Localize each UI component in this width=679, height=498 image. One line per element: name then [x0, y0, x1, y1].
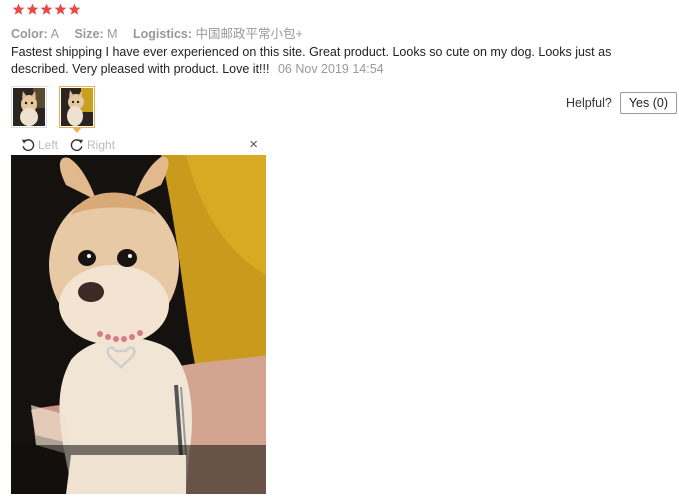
star-icon [68, 3, 81, 15]
rotate-left-label: Left [38, 138, 59, 152]
review-thumbnails [11, 86, 95, 133]
star-icon [12, 3, 25, 15]
logistics-label: Logistics: [133, 27, 193, 41]
size-value: M [107, 27, 118, 41]
photo-thumbnail[interactable] [11, 86, 47, 128]
star-icon [40, 3, 53, 15]
rotate-right-button[interactable]: Right [70, 138, 115, 152]
helpful-yes-button[interactable]: Yes (0) [619, 92, 677, 114]
color-label: Color: [11, 27, 48, 41]
enlarged-review-photo [11, 155, 266, 494]
review-date: 06 Nov 2019 14:54 [277, 62, 384, 76]
color-value: A [50, 27, 59, 41]
rotate-left-button[interactable]: Left [21, 138, 58, 152]
star-icon [26, 3, 39, 15]
star-rating [12, 3, 81, 16]
photo-thumbnail-selected[interactable] [59, 86, 95, 133]
close-icon[interactable]: × [249, 136, 258, 154]
rotate-right-icon [70, 139, 84, 152]
logistics-value: 中国邮政平常小包+ [195, 27, 303, 41]
image-viewer-toolbar: Left Right × [11, 136, 266, 154]
size-label: Size: [74, 27, 104, 41]
helpful-section: Helpful? Yes (0) [566, 92, 679, 114]
rotate-right-label: Right [87, 138, 116, 152]
product-attributes: Color: A Size: M Logistics: 中国邮政平常小包+ [11, 23, 315, 42]
helpful-label: Helpful? [565, 96, 612, 110]
star-icon [54, 3, 67, 15]
rotate-left-icon [21, 139, 35, 152]
review-body: Fastest shipping I have ever experienced… [11, 44, 671, 78]
